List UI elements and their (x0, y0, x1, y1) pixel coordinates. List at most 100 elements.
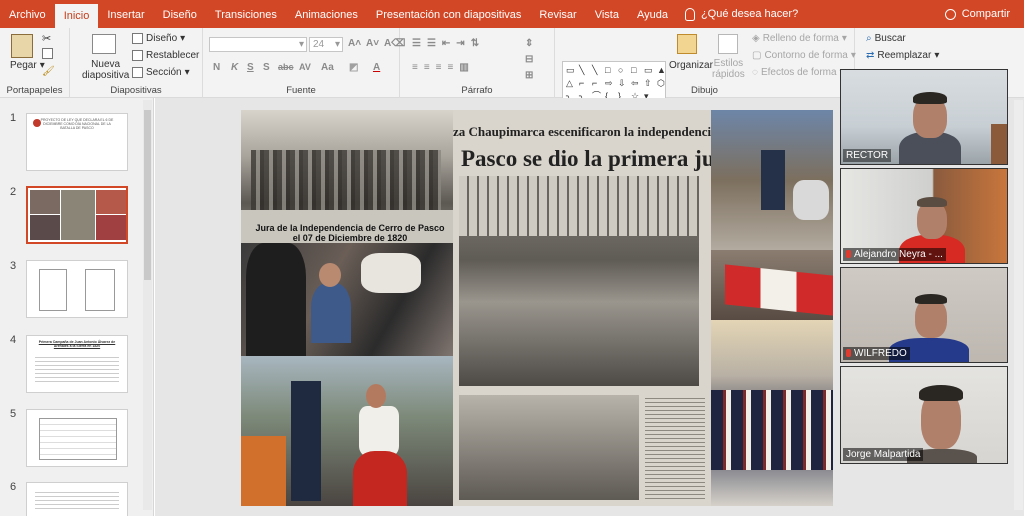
quick-styles-icon[interactable] (718, 34, 738, 54)
slides-group-label: Diapositivas (110, 85, 162, 96)
soldiers-photo (711, 320, 833, 506)
tell-me-text: ¿Qué desea hacer? (700, 8, 799, 20)
shape-effects-button[interactable]: ◌ Efectos de forma ▾ (752, 67, 845, 78)
grow-font-icon[interactable]: A˄ (348, 38, 361, 49)
section-button[interactable]: Sección ▾ (132, 67, 190, 78)
slide-number: 4 (10, 334, 17, 346)
slide-thumbnail-6[interactable] (26, 482, 128, 516)
tab-animaciones[interactable]: Animaciones (286, 0, 367, 28)
paste-icon[interactable] (11, 34, 33, 58)
tab-insertar[interactable]: Insertar (98, 0, 153, 28)
scrollbar-thumb[interactable] (144, 110, 151, 280)
align-text-icon[interactable]: ⊟ (525, 54, 533, 65)
ceremony-photo (241, 243, 453, 356)
paste-button[interactable]: Pegar ▾ (10, 60, 45, 71)
find-button[interactable]: ⌕ Buscar (866, 33, 906, 44)
replace-button[interactable]: ⇄ Reemplazar ▾ (866, 50, 939, 61)
cut-icon[interactable]: ✂ (42, 32, 51, 45)
slides-group: Nueva diapositiva Diseño ▾ Restablecer Se… (70, 28, 203, 98)
layout-icon (132, 33, 143, 44)
tab-vista[interactable]: Vista (586, 0, 628, 28)
font-group: ▾ 24 ▾ A˄ A˅ A⌫ N K S S abc AV Aa ◩ A Fue… (203, 28, 405, 98)
historic-photo-caption-line2: el 07 de Diciembre de 1820 (292, 233, 408, 243)
parade-photo (711, 110, 833, 250)
shape-fill-button[interactable]: ◈ Relleno de forma ▾ (752, 33, 847, 44)
participant-name: Alejandro Neyra - ... (843, 248, 946, 261)
participant-name: RECTOR (843, 149, 892, 162)
search-icon: ⌕ (866, 33, 872, 44)
reset-icon (132, 50, 143, 61)
slide-thumbnail-1[interactable]: PROYECTO DE LEY QUE DECLARA EL 6 DE DICI… (26, 113, 128, 171)
slide-thumbnail-5[interactable] (26, 409, 128, 467)
tab-transiciones[interactable]: Transiciones (206, 0, 286, 28)
mic-muted-icon (846, 250, 851, 258)
tab-ayuda[interactable]: Ayuda (628, 0, 677, 28)
participant-tile-alejandro[interactable]: Alejandro Neyra - ... (840, 168, 1008, 264)
participant-name: Jorge Malpartida (843, 448, 924, 461)
participant-tile-wilfredo[interactable]: WILFREDO (840, 267, 1008, 363)
italic-button[interactable]: K (231, 62, 238, 73)
seal-icon (33, 119, 41, 127)
participant-tile-jorge[interactable]: Jorge Malpartida (840, 366, 1008, 464)
paragraph-group: ☰☰⇤⇥⇅ ≡≡≡≡▥ ⇕ ⊟ ⊞ Párrafo (400, 28, 555, 98)
canvas-scrollbar[interactable] (1014, 100, 1023, 510)
lightbulb-icon (684, 7, 695, 21)
layout-button[interactable]: Diseño ▾ (132, 33, 185, 44)
tab-revisar[interactable]: Revisar (530, 0, 585, 28)
newspaper-clipping: za Chaupimarca escenificaron la independ… (453, 110, 711, 506)
historic-photo: Jura de la Independencia de Cerro de Pas… (241, 110, 453, 243)
font-group-label: Fuente (286, 85, 316, 96)
char-spacing-button[interactable]: AV (299, 62, 311, 72)
slide-number: 3 (10, 260, 17, 272)
slide-thumbnail-3[interactable] (26, 260, 128, 318)
clipboard-group: Pegar ▾ ✂ 🖌 Portapapeles (0, 28, 70, 98)
paragraph-group-label: Párrafo (461, 85, 493, 96)
tab-archivo[interactable]: Archivo (0, 0, 55, 28)
slide-2-photo-collage[interactable]: Jura de la Independencia de Cerro de Pas… (241, 110, 833, 506)
share-label: Compartir (961, 8, 1010, 20)
tell-me-box[interactable]: ¿Qué desea hacer? (677, 0, 798, 28)
copy-icon[interactable] (42, 48, 53, 59)
slide-thumbnail-4[interactable]: Primera Campaña de Juan Antonio Álvarez … (26, 335, 128, 393)
tab-inicio[interactable]: Inicio (54, 4, 99, 28)
bold-button[interactable]: N (213, 62, 220, 73)
list-buttons-icon[interactable]: ☰☰⇤⇥⇅ (412, 38, 485, 49)
tab-presentacion[interactable]: Presentación con diapositivas (367, 0, 531, 28)
strikethrough-button[interactable]: abc (278, 62, 294, 72)
shrink-font-icon[interactable]: A˅ (366, 38, 379, 49)
clipboard-group-label: Portapapeles (6, 85, 63, 96)
shadow-button[interactable]: S (263, 62, 270, 73)
replace-icon: ⇄ (866, 50, 875, 61)
arrange-button[interactable]: Organizar (669, 60, 713, 71)
historic-photo-caption-line1: Jura de la Independencia de Cerro de Pas… (255, 223, 445, 233)
slide-thumbnail-2[interactable] (26, 186, 128, 244)
highlight-icon[interactable]: ◩ (349, 62, 358, 73)
slide-number: 5 (10, 408, 17, 420)
newspaper-headline-2: Pasco se dio la primera ju (461, 146, 711, 171)
underline-button[interactable]: S (247, 62, 254, 73)
participant-tile-rector[interactable]: RECTOR (840, 69, 1008, 165)
font-color-icon[interactable]: A (373, 62, 380, 73)
text-direction-icon[interactable]: ⇕ (525, 38, 533, 49)
change-case-button[interactable]: Aa (321, 62, 334, 73)
arrange-icon[interactable] (677, 34, 697, 54)
mic-muted-icon (846, 349, 851, 357)
reset-button[interactable]: Restablecer (132, 50, 199, 61)
tab-diseno[interactable]: Diseño (154, 0, 206, 28)
format-painter-icon[interactable]: 🖌 (42, 66, 55, 77)
font-name-combo[interactable]: ▾ (209, 37, 307, 52)
new-slide-button[interactable]: Nueva diapositiva (82, 59, 129, 81)
smartart-icon[interactable]: ⊞ (525, 70, 533, 81)
powerpoint-window: Archivo Inicio Insertar Diseño Transicio… (0, 0, 1024, 516)
quick-styles-button[interactable]: Estilos rápidos (712, 58, 745, 80)
share-button[interactable]: Compartir (944, 0, 1010, 28)
flag-photo (711, 250, 833, 320)
slide-1-title: PROYECTO DE LEY QUE DECLARA EL 6 DE DICI… (40, 118, 114, 130)
slide-number: 2 (10, 186, 17, 198)
align-buttons-icon[interactable]: ≡≡≡≡▥ (412, 62, 475, 73)
font-size-combo[interactable]: 24 ▾ (309, 37, 343, 52)
shape-outline-button[interactable]: ▢ Contorno de forma ▾ (752, 50, 856, 61)
thumbnail-scrollbar[interactable] (143, 100, 152, 510)
new-slide-icon[interactable] (92, 34, 116, 54)
section-icon (132, 67, 143, 78)
